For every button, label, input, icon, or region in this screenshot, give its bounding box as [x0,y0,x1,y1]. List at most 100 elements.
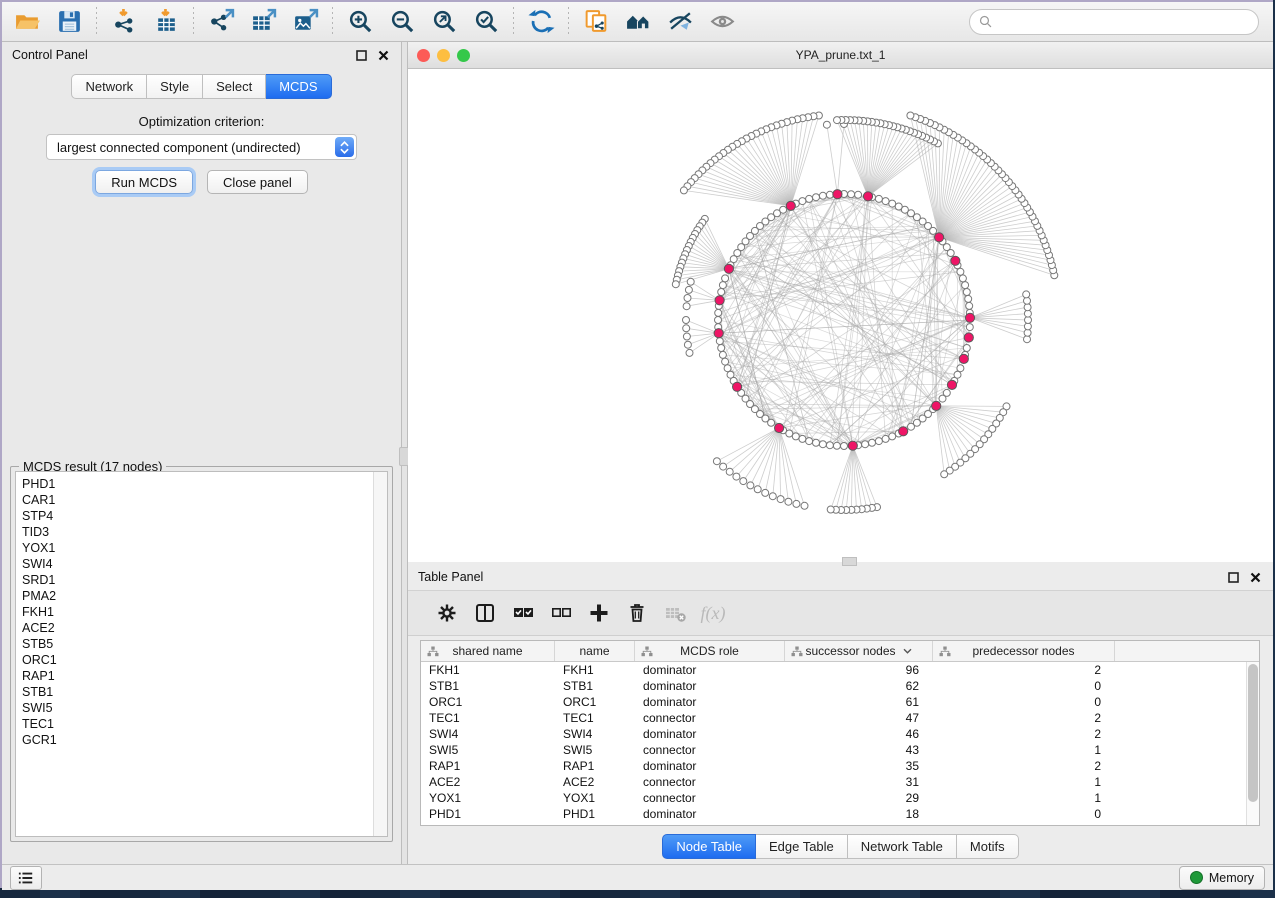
import-table-button[interactable] [145,5,187,39]
mcds-hub-node[interactable] [786,201,795,210]
column-header-predecessor-nodes[interactable]: predecessor nodes [933,641,1115,661]
table-row[interactable]: TEC1TEC1connector472 [421,710,1259,726]
network-node[interactable] [882,435,889,442]
zoom-fit-button[interactable] [423,5,465,39]
memory-button[interactable]: Memory [1179,866,1265,890]
network-leaf-node[interactable] [680,187,687,194]
export-table-button[interactable] [242,5,284,39]
column-header-MCDS-role[interactable]: MCDS role [635,641,785,661]
search-input[interactable] [999,14,1250,30]
network-node[interactable] [806,438,813,445]
network-node[interactable] [819,192,826,199]
mcds-result-item[interactable]: SRD1 [16,572,387,588]
network-node[interactable] [889,433,896,440]
mcds-hub-node[interactable] [775,423,784,432]
mcds-hub-node[interactable] [848,441,857,450]
network-leaf-node[interactable] [762,489,769,496]
table-tab-edge-table[interactable]: Edge Table [756,834,848,859]
table-tab-motifs[interactable]: Motifs [957,834,1019,859]
table-row[interactable]: STB1STB1dominator620 [421,678,1259,694]
table-row[interactable]: PHD1PHD1dominator180 [421,806,1259,822]
column-header-name[interactable]: name [555,641,635,661]
mcds-hub-node[interactable] [715,296,724,305]
mcds-list-scrollbar[interactable] [373,472,387,836]
search-box[interactable] [969,9,1259,35]
network-node[interactable] [724,365,731,372]
network-leaf-node[interactable] [685,286,692,293]
network-node[interactable] [869,439,876,446]
mcds-hub-node[interactable] [947,380,956,389]
close-panel-icon[interactable] [375,47,391,63]
run-mcds-button[interactable]: Run MCDS [95,170,193,194]
network-leaf-node[interactable] [785,498,792,505]
network-node[interactable] [895,203,902,210]
network-node[interactable] [719,351,726,358]
tab-style[interactable]: Style [147,74,203,99]
mcds-hub-node[interactable] [714,329,723,338]
network-leaf-node[interactable] [733,473,740,480]
table-row[interactable]: FKH1FKH1dominator962 [421,662,1259,678]
network-node[interactable] [875,438,882,445]
zoom-out-button[interactable] [381,5,423,39]
network-leaf-node[interactable] [793,500,800,507]
network-leaf-node[interactable] [686,349,693,356]
delete-button[interactable] [618,595,656,631]
network-node[interactable] [722,358,729,365]
mcds-result-list[interactable]: PHD1CAR1STP4TID3YOX1SWI4SRD1PMA2FKH1ACE2… [15,471,388,837]
zoom-selected-button[interactable] [465,5,507,39]
network-node[interactable] [716,338,723,345]
network-node[interactable] [718,345,725,352]
network-node[interactable] [819,441,826,448]
network-node[interactable] [959,275,966,282]
table-row[interactable]: ACE2ACE2connector311 [421,774,1259,790]
network-node[interactable] [963,345,970,352]
close-panel-button[interactable]: Close panel [207,170,308,194]
network-node[interactable] [966,302,973,309]
export-image-button[interactable] [284,5,326,39]
table-row[interactable]: SWI4SWI4dominator462 [421,726,1259,742]
mcds-hub-node[interactable] [964,333,973,342]
network-canvas[interactable] [408,68,1273,562]
mcds-result-item[interactable]: PHD1 [16,476,387,492]
select-all-button[interactable] [504,595,542,631]
network-node[interactable] [965,295,972,302]
network-node[interactable] [806,195,813,202]
refresh-button[interactable] [520,5,562,39]
horizontal-splitter-grip[interactable] [842,557,857,566]
double-home-button[interactable] [617,5,659,39]
float-table-panel-icon[interactable] [1225,569,1241,585]
network-node[interactable] [826,442,833,449]
network-leaf-node[interactable] [720,463,727,470]
network-node[interactable] [792,433,799,440]
table-tab-node-table[interactable]: Node Table [662,834,756,859]
network-node[interactable] [786,430,793,437]
eye-button[interactable] [701,5,743,39]
close-table-panel-icon[interactable] [1247,569,1263,585]
network-leaf-node[interactable] [713,458,720,465]
network-node[interactable] [719,282,726,289]
network-node[interactable] [715,309,722,316]
mcds-hub-node[interactable] [833,190,842,199]
network-leaf-node[interactable] [683,317,690,324]
tab-network[interactable]: Network [71,74,147,99]
table-row[interactable]: SWI5SWI5connector431 [421,742,1259,758]
network-leaf-node[interactable] [907,112,914,119]
network-leaf-node[interactable] [823,121,830,128]
network-node[interactable] [954,371,961,378]
network-leaf-node[interactable] [941,471,948,478]
network-node[interactable] [718,289,725,296]
mcds-result-item[interactable]: PMA2 [16,588,387,604]
network-leaf-node[interactable] [683,325,690,332]
column-header-successor-nodes[interactable]: successor nodes [785,641,933,661]
table-tab-network-table[interactable]: Network Table [848,834,957,859]
network-node[interactable] [841,443,848,450]
column-header-shared-name[interactable]: shared name [421,641,555,661]
network-leaf-node[interactable] [769,493,776,500]
mcds-hub-node[interactable] [959,354,968,363]
network-leaf-node[interactable] [754,486,761,493]
network-leaf-node[interactable] [777,496,784,503]
deselect-all-button[interactable] [542,595,580,631]
network-node[interactable] [799,435,806,442]
table-row[interactable]: RAP1RAP1dominator352 [421,758,1259,774]
network-leaf-node[interactable] [683,333,690,340]
